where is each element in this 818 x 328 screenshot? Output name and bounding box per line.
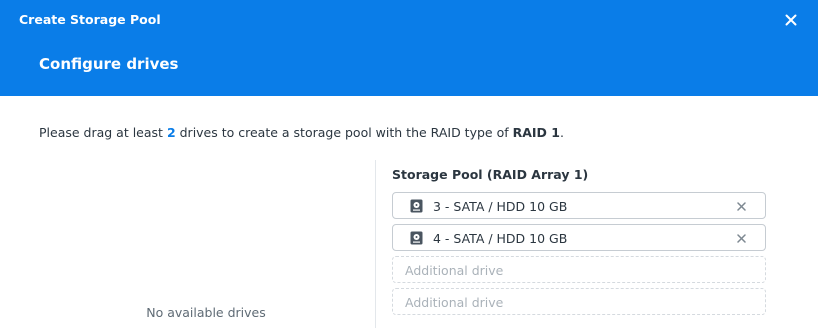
close-icon bbox=[785, 14, 797, 26]
additional-drive-placeholder: Additional drive bbox=[405, 263, 504, 278]
remove-drive-button[interactable] bbox=[734, 199, 748, 213]
close-icon bbox=[736, 201, 746, 211]
available-drives-empty: No available drives bbox=[146, 305, 266, 320]
empty-drive-slot[interactable]: Additional drive bbox=[392, 256, 766, 283]
instruction-suffix: . bbox=[559, 125, 564, 140]
instruction-middle: drives to create a storage pool with the… bbox=[175, 125, 513, 140]
instruction-text: Please drag at least 2 drives to create … bbox=[39, 125, 564, 140]
empty-drive-slot[interactable]: Additional drive bbox=[392, 288, 766, 315]
pool-drive-slot[interactable]: 4 - SATA / HDD 10 GB bbox=[392, 224, 766, 251]
drive-label: 4 - SATA / HDD 10 GB bbox=[433, 231, 568, 246]
close-button[interactable] bbox=[780, 9, 802, 31]
close-icon bbox=[736, 233, 746, 243]
window-title: Create Storage Pool bbox=[19, 12, 161, 27]
hdd-icon bbox=[410, 231, 423, 245]
instruction-prefix: Please drag at least bbox=[39, 125, 167, 140]
additional-drive-placeholder: Additional drive bbox=[405, 295, 504, 310]
raid-type: RAID 1 bbox=[512, 125, 560, 140]
drive-count: 2 bbox=[166, 125, 176, 140]
panel-divider bbox=[375, 160, 376, 328]
dialog-header: Create Storage Pool Configure drives bbox=[0, 0, 818, 96]
remove-drive-button[interactable] bbox=[734, 231, 748, 245]
drive-label: 3 - SATA / HDD 10 GB bbox=[433, 199, 568, 214]
pool-drive-slot[interactable]: 3 - SATA / HDD 10 GB bbox=[392, 192, 766, 219]
step-title: Configure drives bbox=[39, 55, 179, 73]
hdd-icon bbox=[410, 199, 423, 213]
storage-pool-title: Storage Pool (RAID Array 1) bbox=[392, 167, 589, 182]
